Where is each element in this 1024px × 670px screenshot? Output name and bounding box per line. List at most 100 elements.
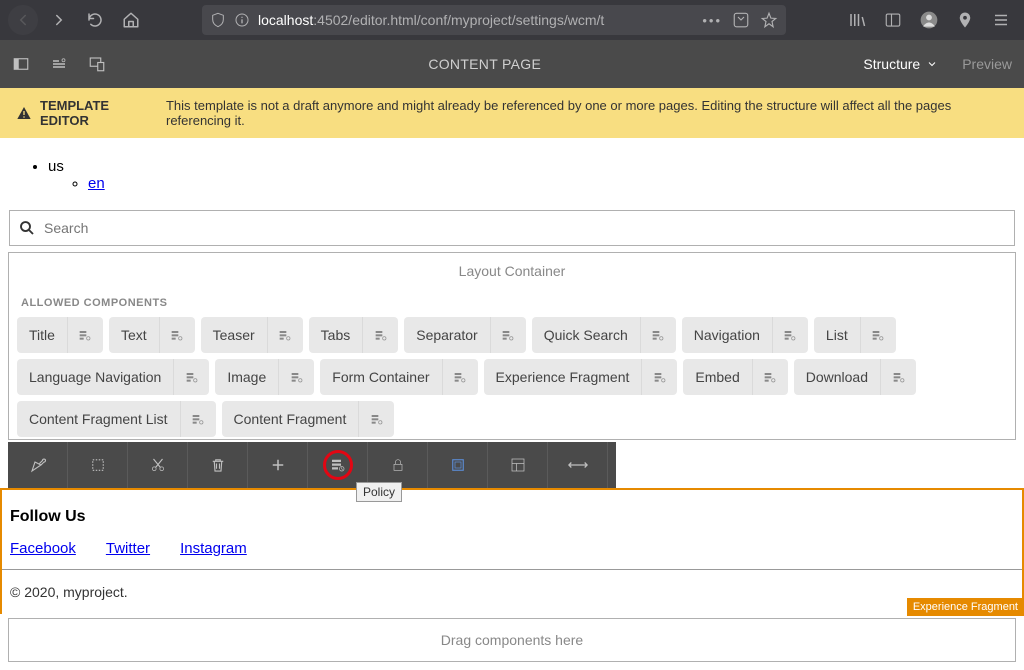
component-chip[interactable]: Quick Search (532, 317, 676, 353)
lang-root: us (48, 158, 64, 175)
chip-policy-icon[interactable] (159, 317, 195, 353)
policy-tooltip: Policy (356, 482, 402, 502)
chip-policy-icon[interactable] (860, 317, 896, 353)
chevron-down-icon (926, 58, 938, 70)
shield-icon (210, 12, 226, 28)
chip-label: Quick Search (532, 327, 640, 343)
reader-icon[interactable] (732, 11, 750, 29)
warning-text: This template is not a draft anymore and… (166, 98, 1008, 128)
search-input[interactable] (44, 220, 1006, 236)
chip-label: Experience Fragment (484, 369, 642, 385)
social-link[interactable]: Facebook (10, 540, 76, 557)
reload-button[interactable] (80, 5, 110, 35)
social-link[interactable]: Twitter (106, 540, 150, 557)
chip-policy-icon[interactable] (173, 359, 209, 395)
bookmark-icon[interactable] (760, 11, 778, 29)
chip-policy-icon[interactable] (752, 359, 788, 395)
chip-policy-icon[interactable] (358, 401, 394, 437)
follow-heading: Follow Us (2, 500, 1022, 540)
convert-icon[interactable] (548, 442, 608, 488)
component-chip[interactable]: Title (17, 317, 103, 353)
profile-icon[interactable] (914, 5, 944, 35)
chip-label: Navigation (682, 327, 772, 343)
allowed-components-label: ALLOWED COMPONENTS (17, 297, 1007, 309)
component-chip[interactable]: Download (794, 359, 916, 395)
chip-policy-icon[interactable] (180, 401, 216, 437)
chip-label: Content Fragment List (17, 411, 180, 427)
component-chip[interactable]: Content Fragment (222, 401, 395, 437)
back-button[interactable] (8, 5, 38, 35)
component-chip[interactable]: Tabs (309, 317, 399, 353)
component-chip[interactable]: Content Fragment List (17, 401, 216, 437)
layout-container-label: Layout Container (17, 263, 1007, 279)
chip-policy-icon[interactable] (641, 359, 677, 395)
info-icon (234, 12, 250, 28)
language-list: us en (0, 138, 1024, 204)
home-button[interactable] (116, 5, 146, 35)
component-action-bar: Policy (8, 442, 616, 488)
preview-button[interactable]: Preview (962, 56, 1012, 72)
library-icon[interactable] (842, 5, 872, 35)
component-chip[interactable]: Text (109, 317, 195, 353)
component-chip[interactable]: List (814, 317, 896, 353)
chip-label: Content Fragment (222, 411, 359, 427)
browser-chrome: localhost:4502/editor.html/conf/myprojec… (0, 0, 1024, 40)
chip-label: Title (17, 327, 67, 343)
location-icon[interactable] (950, 5, 980, 35)
chip-policy-icon[interactable] (267, 317, 303, 353)
chip-policy-icon[interactable] (67, 317, 103, 353)
search-box[interactable] (9, 210, 1015, 246)
dropzone[interactable]: Drag components here (8, 618, 1016, 662)
page-title: CONTENT PAGE (106, 56, 863, 72)
copyright-text: © 2020, myproject. (2, 570, 1022, 614)
social-link[interactable]: Instagram (180, 540, 247, 557)
experience-fragment-region[interactable]: Follow Us Facebook Twitter Instagram © 202… (0, 488, 1024, 614)
more-icon[interactable]: ••• (702, 13, 722, 28)
chip-label: Image (215, 369, 278, 385)
menu-icon[interactable] (986, 5, 1016, 35)
chip-policy-icon[interactable] (442, 359, 478, 395)
cut-icon[interactable] (128, 442, 188, 488)
toggle-panel-icon[interactable] (12, 55, 30, 73)
url-bar[interactable]: localhost:4502/editor.html/conf/myprojec… (202, 5, 786, 35)
chip-label: Text (109, 327, 159, 343)
chip-policy-icon[interactable] (362, 317, 398, 353)
group-icon[interactable] (428, 442, 488, 488)
component-chip[interactable]: Embed (683, 359, 787, 395)
lang-child-link[interactable]: en (88, 175, 105, 192)
component-chip[interactable]: Separator (404, 317, 525, 353)
page-info-icon[interactable] (50, 55, 68, 73)
chip-label: Teaser (201, 327, 267, 343)
chip-policy-icon[interactable] (880, 359, 916, 395)
parent-icon[interactable] (68, 442, 128, 488)
forward-button[interactable] (44, 5, 74, 35)
emulator-icon[interactable] (88, 55, 106, 73)
layout-icon[interactable] (488, 442, 548, 488)
component-chip[interactable]: Language Navigation (17, 359, 209, 395)
chip-policy-icon[interactable] (772, 317, 808, 353)
configure-icon[interactable] (8, 442, 68, 488)
component-chip[interactable]: Teaser (201, 317, 303, 353)
chip-label: Download (794, 369, 880, 385)
editor-toolbar: CONTENT PAGE Structure Preview (0, 40, 1024, 88)
chip-label: Separator (404, 327, 489, 343)
search-icon (18, 219, 36, 237)
social-links: Facebook Twitter Instagram (2, 540, 1022, 569)
component-chip[interactable]: Navigation (682, 317, 808, 353)
delete-icon[interactable] (188, 442, 248, 488)
sidebar-icon[interactable] (878, 5, 908, 35)
layout-container[interactable]: Layout Container ALLOWED COMPONENTS Titl… (8, 252, 1016, 440)
mode-selector[interactable]: Structure (863, 56, 938, 72)
chip-label: Embed (683, 369, 751, 385)
warning-bar: TEMPLATE EDITOR This template is not a d… (0, 88, 1024, 138)
insert-icon[interactable] (248, 442, 308, 488)
chip-label: Form Container (320, 369, 441, 385)
component-chip[interactable]: Experience Fragment (484, 359, 678, 395)
chip-label: Language Navigation (17, 369, 173, 385)
chip-policy-icon[interactable] (278, 359, 314, 395)
component-chip[interactable]: Form Container (320, 359, 477, 395)
chip-policy-icon[interactable] (490, 317, 526, 353)
chip-label: List (814, 327, 860, 343)
component-chip[interactable]: Image (215, 359, 314, 395)
chip-policy-icon[interactable] (640, 317, 676, 353)
